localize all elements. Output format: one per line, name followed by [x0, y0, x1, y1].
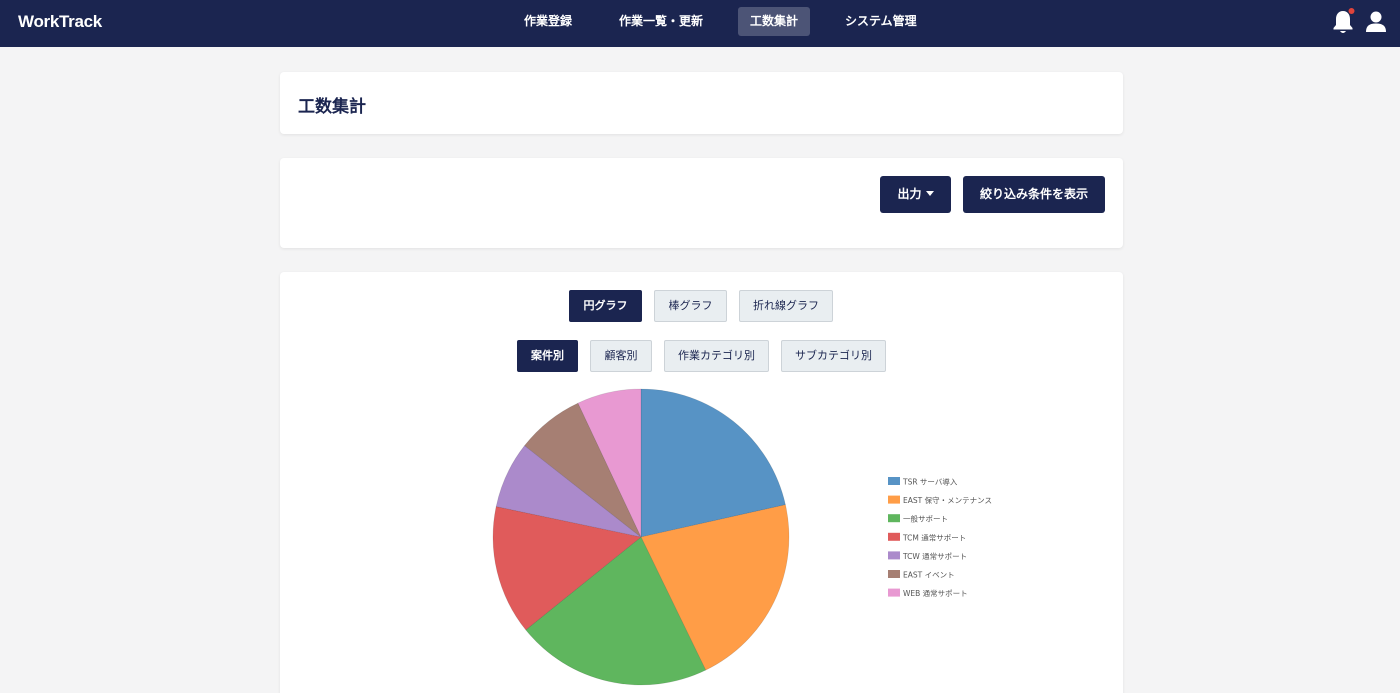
pie-chart-tab[interactable]: 円グラフ	[569, 290, 642, 322]
legend-label[interactable]: TCM 通常サポート	[902, 532, 966, 542]
legend-label[interactable]: EAST 保守・メンテナンス	[903, 495, 992, 505]
legend-swatch[interactable]	[888, 570, 900, 578]
legend-label[interactable]: EAST イベント	[903, 571, 955, 580]
legend-label[interactable]: WEB 通常サポート	[903, 588, 968, 598]
nav-work-entry[interactable]: 作業登録	[512, 7, 584, 36]
group-by-subcategory-tab[interactable]: サブカテゴリ別	[781, 340, 886, 372]
legend-swatch[interactable]	[888, 514, 900, 523]
pie-chart: TSR サーバ導入 EAST 保守・メンテナンス一般サポート TCM 通常サポート T…	[492, 388, 992, 686]
user-icon[interactable]	[1364, 8, 1388, 36]
nav-system-admin[interactable]: システム管理	[833, 7, 929, 36]
legend-swatch[interactable]	[888, 551, 900, 560]
legend-swatch[interactable]	[888, 588, 900, 597]
bell-icon[interactable]	[1331, 8, 1355, 36]
legend-label[interactable]: TCW 通常サポート	[902, 551, 967, 561]
export-button-label: 出力	[897, 187, 922, 201]
show-filter-button[interactable]: 絞り込み条件を表示	[963, 176, 1105, 213]
nav-man-hour-summary[interactable]: 工数集計	[738, 7, 811, 36]
legend-swatch[interactable]	[888, 495, 900, 504]
caret-down-icon	[925, 191, 934, 196]
export-button[interactable]: 出力	[880, 176, 951, 213]
title-card: 工数集計	[280, 72, 1123, 134]
toolbar-card: 出力 絞り込み条件を表示	[280, 158, 1123, 248]
app-logo[interactable]: WorkTrack	[18, 12, 102, 32]
chart-card: 円グラフ 棒グラフ 折れ線グラフ 案件別 顧客別 作業カテゴリ別 サブカテゴリ別…	[280, 272, 1123, 693]
group-by-category-tab[interactable]: 作業カテゴリ別	[664, 340, 769, 372]
legend-swatch[interactable]	[888, 532, 900, 541]
notification-badge	[1348, 8, 1355, 14]
top-navbar: WorkTrack 作業登録 作業一覧・更新 工数集計 システム管理	[0, 0, 1400, 47]
group-by-project-tab[interactable]: 案件別	[517, 340, 578, 372]
legend-label[interactable]: 一般サポート	[903, 514, 948, 524]
group-by-customer-tab[interactable]: 顧客別	[590, 340, 652, 372]
nav-work-list[interactable]: 作業一覧・更新	[607, 7, 715, 36]
page-title: 工数集計	[298, 97, 366, 117]
legend-label[interactable]: TSR サーバ導入	[902, 477, 958, 487]
line-chart-tab[interactable]: 折れ線グラフ	[739, 290, 833, 322]
legend-swatch[interactable]	[888, 477, 900, 485]
bar-chart-tab[interactable]: 棒グラフ	[654, 290, 727, 322]
